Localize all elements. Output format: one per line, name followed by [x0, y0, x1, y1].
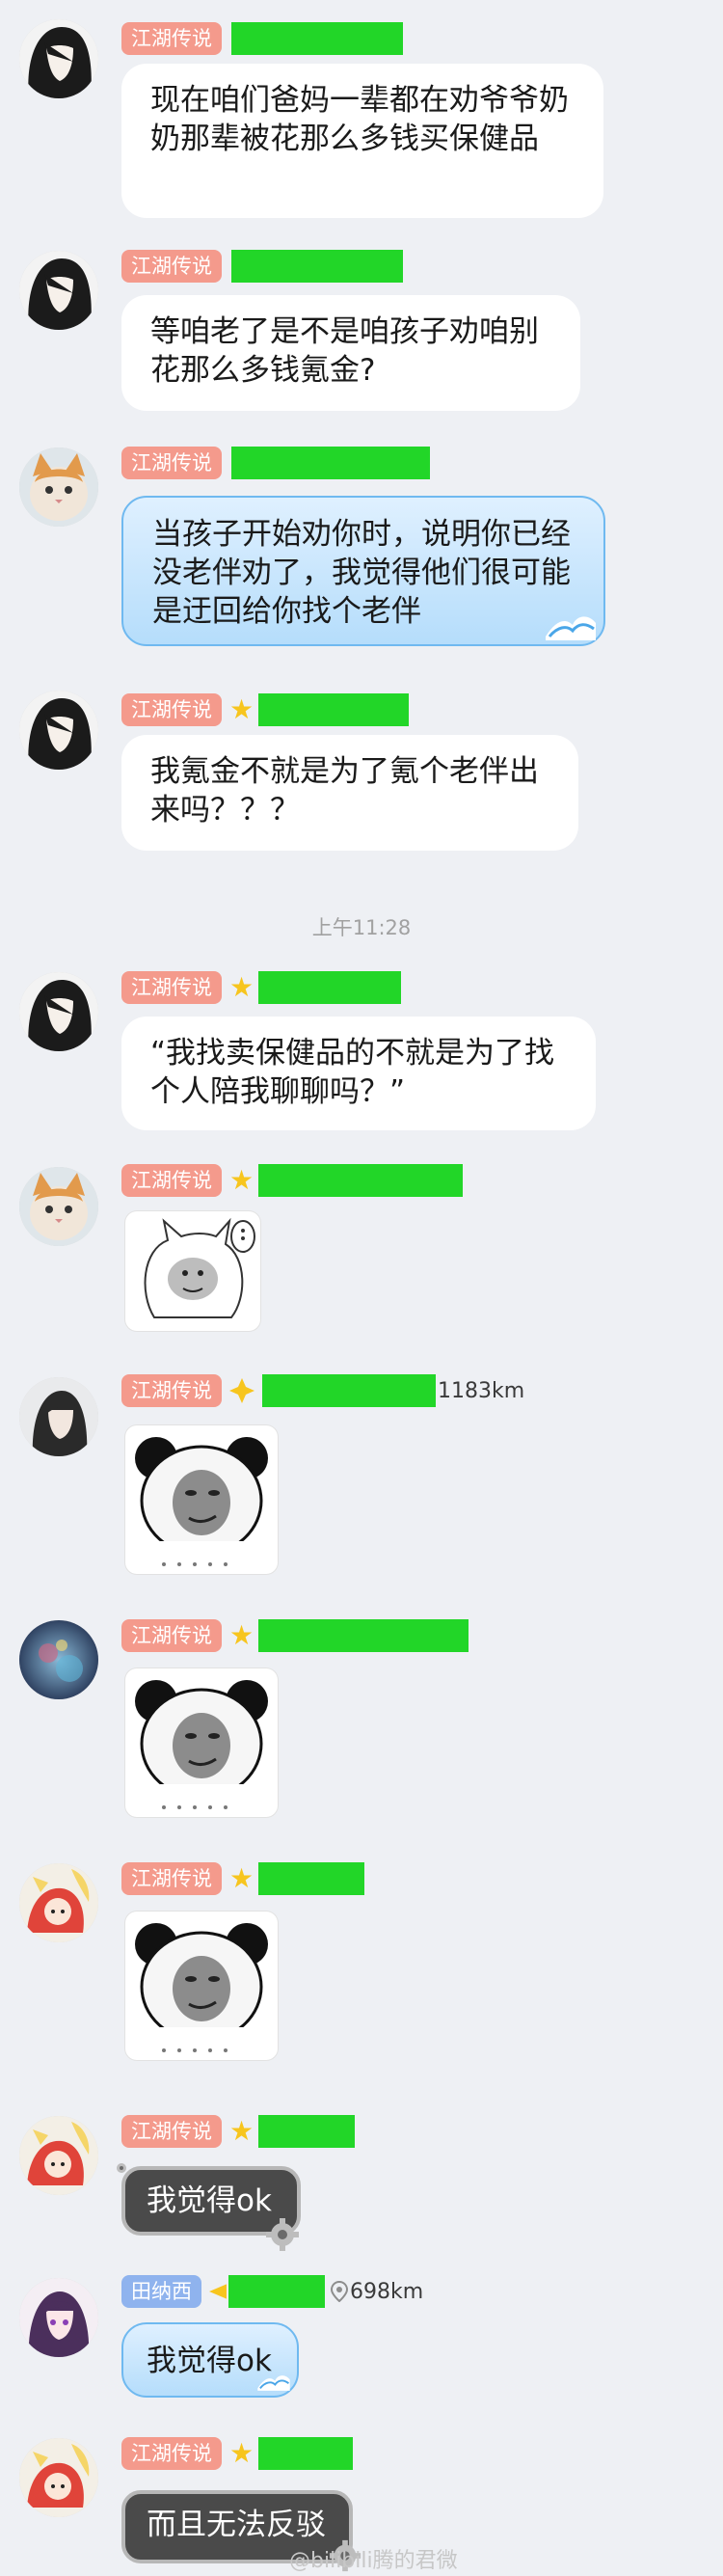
avatar[interactable] [19, 691, 98, 770]
message-header: 江湖传说 [121, 19, 403, 58]
group-title-badge: 江湖传说 [121, 1374, 222, 1407]
redacted-username [228, 2275, 325, 2308]
avatar[interactable] [19, 1863, 98, 1942]
avatar[interactable] [19, 19, 98, 98]
message-header: 江湖传说 [121, 247, 403, 285]
redacted-username [258, 693, 409, 726]
message-header: 江湖传说 ★ [121, 1616, 469, 1655]
group-title-badge: 江湖传说 [121, 1164, 222, 1197]
message-header: 江湖传说 ★ [121, 691, 409, 729]
redacted-username [258, 2437, 353, 2470]
wave-decoration-icon [257, 2375, 290, 2391]
distance-label: 1183km [438, 1378, 525, 1403]
message-bubble[interactable]: 我氪金不就是为了氪个老伴出来吗？？？ [121, 735, 578, 851]
redacted-username [231, 250, 403, 283]
redacted-username [258, 971, 401, 1004]
gear-icon [117, 2163, 126, 2173]
redacted-username [258, 1619, 469, 1652]
group-title-badge: 江湖传说 [121, 250, 222, 283]
group-title-badge: 江湖传说 [121, 22, 222, 55]
message-header: 田纳西 698km [121, 2272, 423, 2311]
star-icon: ★ [229, 2437, 254, 2469]
message-header: 江湖传说 ★ [121, 1161, 463, 1200]
star-icon: ★ [229, 2115, 254, 2147]
avatar[interactable] [19, 972, 98, 1051]
message-bubble[interactable]: 当孩子开始劝你时，说明你已经没老伴劝了，我觉得他们很可能是迂回给你找个老伴 [121, 496, 605, 646]
group-title-badge: 江湖传说 [121, 2437, 222, 2470]
message-header: 江湖传说 ★ [121, 968, 401, 1007]
distance-label: 698km [350, 2279, 424, 2304]
redacted-username [262, 1374, 436, 1407]
watermark: @bilibili腾的君微 [289, 2549, 458, 2573]
star-icon: ★ [229, 1619, 254, 1651]
message-text: 当孩子开始劝你时，说明你已经没老伴劝了，我觉得他们很可能是迂回给你找个老伴 [152, 517, 571, 629]
message-header: 江湖传说 [121, 444, 430, 482]
redacted-username [258, 1164, 463, 1197]
group-title-badge: 江湖传说 [121, 1619, 222, 1652]
message-header: 江湖传说 1183km [121, 1371, 524, 1410]
panda-meme-sticker[interactable] [125, 1425, 278, 1574]
redacted-username [258, 1862, 364, 1895]
diamond-star-icon [209, 2284, 227, 2299]
redacted-username [258, 2115, 355, 2148]
avatar[interactable] [19, 1620, 98, 1699]
message-header: 江湖传说 ★ [121, 2112, 355, 2151]
group-title-badge: 江湖传说 [121, 1862, 222, 1895]
message-header: 江湖传说 ★ [121, 2434, 353, 2473]
panda-meme-sticker[interactable] [125, 1912, 278, 2060]
avatar[interactable] [19, 447, 98, 527]
message-bubble[interactable]: 我觉得ok [121, 2322, 299, 2398]
group-title-badge: 田纳西 [121, 2275, 201, 2308]
diamond-star-icon [229, 1378, 254, 1403]
avatar[interactable] [19, 251, 98, 330]
avatar[interactable] [19, 2116, 98, 2195]
gear-icon [266, 2218, 299, 2251]
avatar[interactable] [19, 1377, 98, 1456]
avatar[interactable] [19, 2278, 98, 2357]
star-icon: ★ [229, 1164, 254, 1196]
group-title-badge: 江湖传说 [121, 447, 222, 479]
star-icon: ★ [229, 971, 254, 1003]
redacted-username [231, 22, 403, 55]
cat-sticker[interactable] [125, 1211, 260, 1331]
message-bubble[interactable]: “我找卖保健品的不就是为了找个人陪我聊聊吗？” [121, 1017, 596, 1130]
group-title-badge: 江湖传说 [121, 971, 222, 1004]
message-bubble[interactable]: 等咱老了是不是咱孩子劝咱别花那么多钱氪金? [121, 295, 580, 411]
panda-meme-sticker[interactable] [125, 1668, 278, 1817]
message-bubble[interactable]: 现在咱们爸妈一辈都在劝爷爷奶奶那辈被花那么多钱买保健品 [121, 64, 603, 218]
timestamp-divider: 上午11:28 [311, 916, 412, 939]
star-icon: ★ [229, 693, 254, 725]
group-title-badge: 江湖传说 [121, 693, 222, 726]
message-text: 我觉得ok [147, 2344, 272, 2378]
star-icon: ★ [229, 1862, 254, 1894]
group-title-badge: 江湖传说 [121, 2115, 222, 2148]
message-header: 江湖传说 ★ [121, 1859, 364, 1898]
wave-decoration-icon [546, 616, 596, 640]
location-pin-icon [331, 2281, 348, 2302]
redacted-username [231, 447, 430, 479]
avatar[interactable] [19, 1167, 98, 1246]
avatar[interactable] [19, 2438, 98, 2517]
